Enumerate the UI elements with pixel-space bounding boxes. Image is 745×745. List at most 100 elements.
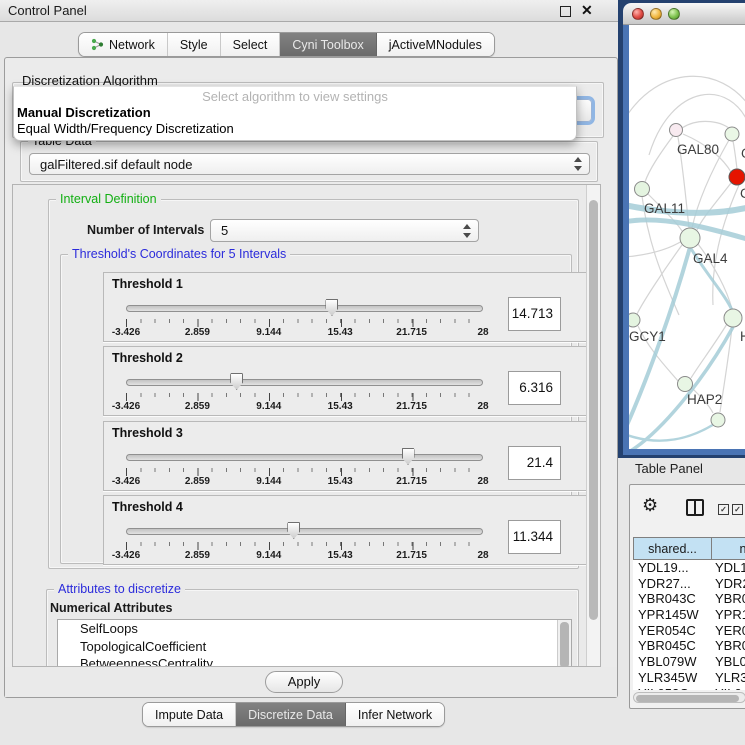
cell-shared-name[interactable]: YBL079W	[633, 654, 712, 670]
close-icon[interactable]: ✕	[581, 2, 593, 19]
network-node[interactable]	[711, 413, 725, 427]
table-horizontal-scrollbar[interactable]	[633, 692, 745, 703]
cell-shared-name[interactable]: YDL19...	[633, 560, 712, 576]
cell-shared-name[interactable]: YLR345W	[633, 670, 712, 686]
tab-cyni-toolbox[interactable]: Cyni Toolbox	[280, 33, 376, 56]
table-row[interactable]: YBL079WYBL0	[633, 654, 745, 670]
slider-track[interactable]	[126, 379, 483, 386]
slider-track[interactable]	[126, 528, 483, 535]
network-node-gcy1[interactable]	[629, 313, 640, 327]
attribute-list-item[interactable]: TopologicalCoefficient	[58, 638, 571, 656]
slider-major-ticks	[126, 468, 484, 476]
cell-shared-name[interactable]: YBR043C	[633, 591, 712, 607]
slider-thumb[interactable]	[325, 299, 338, 316]
threshold-slider[interactable]: -3.4262.8599.14415.4321.71528	[126, 297, 483, 339]
scrollbar-thumb[interactable]	[589, 200, 598, 620]
tab-select[interactable]: Select	[221, 33, 281, 56]
network-node[interactable]	[724, 309, 742, 327]
tab-label: Select	[233, 38, 268, 52]
settings-vertical-scrollbar[interactable]	[586, 185, 600, 666]
table-row[interactable]: YLR345WYLR3	[633, 670, 745, 686]
threshold-label: Threshold 4	[112, 500, 183, 514]
zoom-traffic-light[interactable]	[668, 8, 680, 20]
slider-thumb[interactable]	[287, 522, 300, 539]
tab-network[interactable]: Network	[79, 33, 168, 56]
table-row[interactable]: YDR27...YDR2	[633, 576, 745, 592]
gear-icon[interactable]: ⚙	[642, 495, 658, 516]
tab-infer-network[interactable]: Infer Network	[346, 703, 444, 726]
tab-style[interactable]: Style	[168, 33, 221, 56]
split-columns-icon[interactable]	[686, 499, 704, 516]
network-node-hap2[interactable]	[678, 377, 693, 392]
threshold-value-field[interactable]: 21.4	[508, 446, 561, 480]
tick-label: -3.426	[112, 550, 140, 561]
tab-label: Impute Data	[155, 708, 223, 722]
cell-shared-name[interactable]: YIL052C	[633, 686, 712, 691]
threshold-slider[interactable]: -3.4262.8599.14415.4321.71528	[126, 520, 483, 562]
tab-discretize-data[interactable]: Discretize Data	[236, 703, 346, 726]
cell-name[interactable]: YBL0	[712, 654, 745, 670]
attribute-list-item[interactable]: BetweennessCentrality	[58, 655, 571, 667]
network-icon	[91, 38, 104, 51]
popup-option-equal-width[interactable]: Equal Width/Frequency Discretization	[17, 121, 234, 136]
cell-shared-name[interactable]: YBR045C	[633, 638, 712, 654]
table-row[interactable]: YBR043CYBR0	[633, 591, 745, 607]
network-canvas[interactable]: GAL80 G C GAL11 GAL4 GCY1 H HAP2	[629, 25, 745, 449]
checkbox-icon[interactable]: ✓	[718, 504, 729, 515]
cell-shared-name[interactable]: YER054C	[633, 623, 712, 639]
popup-option-manual[interactable]: Manual Discretization	[17, 105, 151, 120]
table-data-combobox[interactable]: galFiltered.sif default node	[29, 153, 590, 175]
attributes-scrollbar[interactable]	[557, 620, 571, 667]
cell-shared-name[interactable]: YPR145W	[633, 607, 712, 623]
network-node-selected[interactable]	[729, 169, 745, 185]
scrollbar-thumb[interactable]	[560, 622, 569, 667]
network-node[interactable]	[670, 124, 683, 137]
slider-thumb[interactable]	[230, 373, 243, 390]
slider-track[interactable]	[126, 454, 483, 461]
column-header-shared-name[interactable]: shared...	[633, 537, 712, 560]
tab-impute-data[interactable]: Impute Data	[143, 703, 236, 726]
cell-shared-name[interactable]: YDR27...	[633, 576, 712, 592]
checkbox-icon[interactable]: ✓	[732, 504, 743, 515]
cell-name[interactable]: YLR3	[712, 670, 745, 686]
bottom-tabbar: Impute Data Discretize Data Infer Networ…	[142, 702, 445, 727]
cell-name[interactable]: YBR0	[712, 638, 745, 654]
tick-label: 15.43	[328, 401, 353, 412]
threshold-value-field[interactable]: 11.344	[508, 520, 561, 554]
threshold-slider[interactable]: -3.4262.8599.14415.4321.71528	[126, 446, 483, 488]
table-toolbar: ⚙ ✓ ✓	[630, 485, 745, 531]
attribute-list-item[interactable]: SelfLoops	[58, 620, 571, 638]
number-of-intervals-combobox[interactable]: 5	[210, 219, 479, 242]
table-row[interactable]: YPR145WYPR1	[633, 607, 745, 623]
apply-row: Apply	[5, 667, 617, 697]
cell-name[interactable]: YDL1	[712, 560, 745, 576]
cell-name[interactable]: YIL0	[712, 686, 745, 691]
threshold-slider[interactable]: -3.4262.8599.14415.4321.71528	[126, 371, 483, 413]
threshold-value-field[interactable]: 14.713	[508, 297, 561, 331]
cell-name[interactable]: YER0	[712, 623, 745, 639]
network-node[interactable]	[635, 182, 650, 197]
minimize-traffic-light[interactable]	[650, 8, 662, 20]
network-view-window: GAL80 G C GAL11 GAL4 GCY1 H HAP2	[623, 3, 745, 455]
network-node-gal4[interactable]	[680, 228, 700, 248]
table-row[interactable]: YBR045CYBR0	[633, 638, 745, 654]
table-row[interactable]: YER054CYER0	[633, 623, 745, 639]
slider-thumb[interactable]	[402, 448, 415, 465]
tick-label: -3.426	[112, 401, 140, 412]
column-header-name[interactable]: na	[712, 537, 745, 560]
cell-name[interactable]: YDR2	[712, 576, 745, 592]
table-row[interactable]: YIL052CYIL0	[633, 686, 745, 691]
cell-name[interactable]: YBR0	[712, 591, 745, 607]
slider-track[interactable]	[126, 305, 483, 312]
scrollbar-thumb[interactable]	[636, 695, 739, 702]
tab-jactivemnodules[interactable]: jActiveMNodules	[377, 33, 494, 56]
threshold-value-field[interactable]: 6.316	[508, 371, 561, 405]
close-traffic-light[interactable]	[632, 8, 644, 20]
number-of-intervals-label: Number of Intervals	[87, 223, 204, 237]
network-node[interactable]	[725, 127, 739, 141]
cell-name[interactable]: YPR1	[712, 607, 745, 623]
float-window-icon[interactable]	[560, 6, 571, 17]
table-row[interactable]: YDL19...YDL1	[633, 560, 745, 576]
tick-label: -3.426	[112, 476, 140, 487]
apply-button[interactable]: Apply	[265, 671, 343, 693]
